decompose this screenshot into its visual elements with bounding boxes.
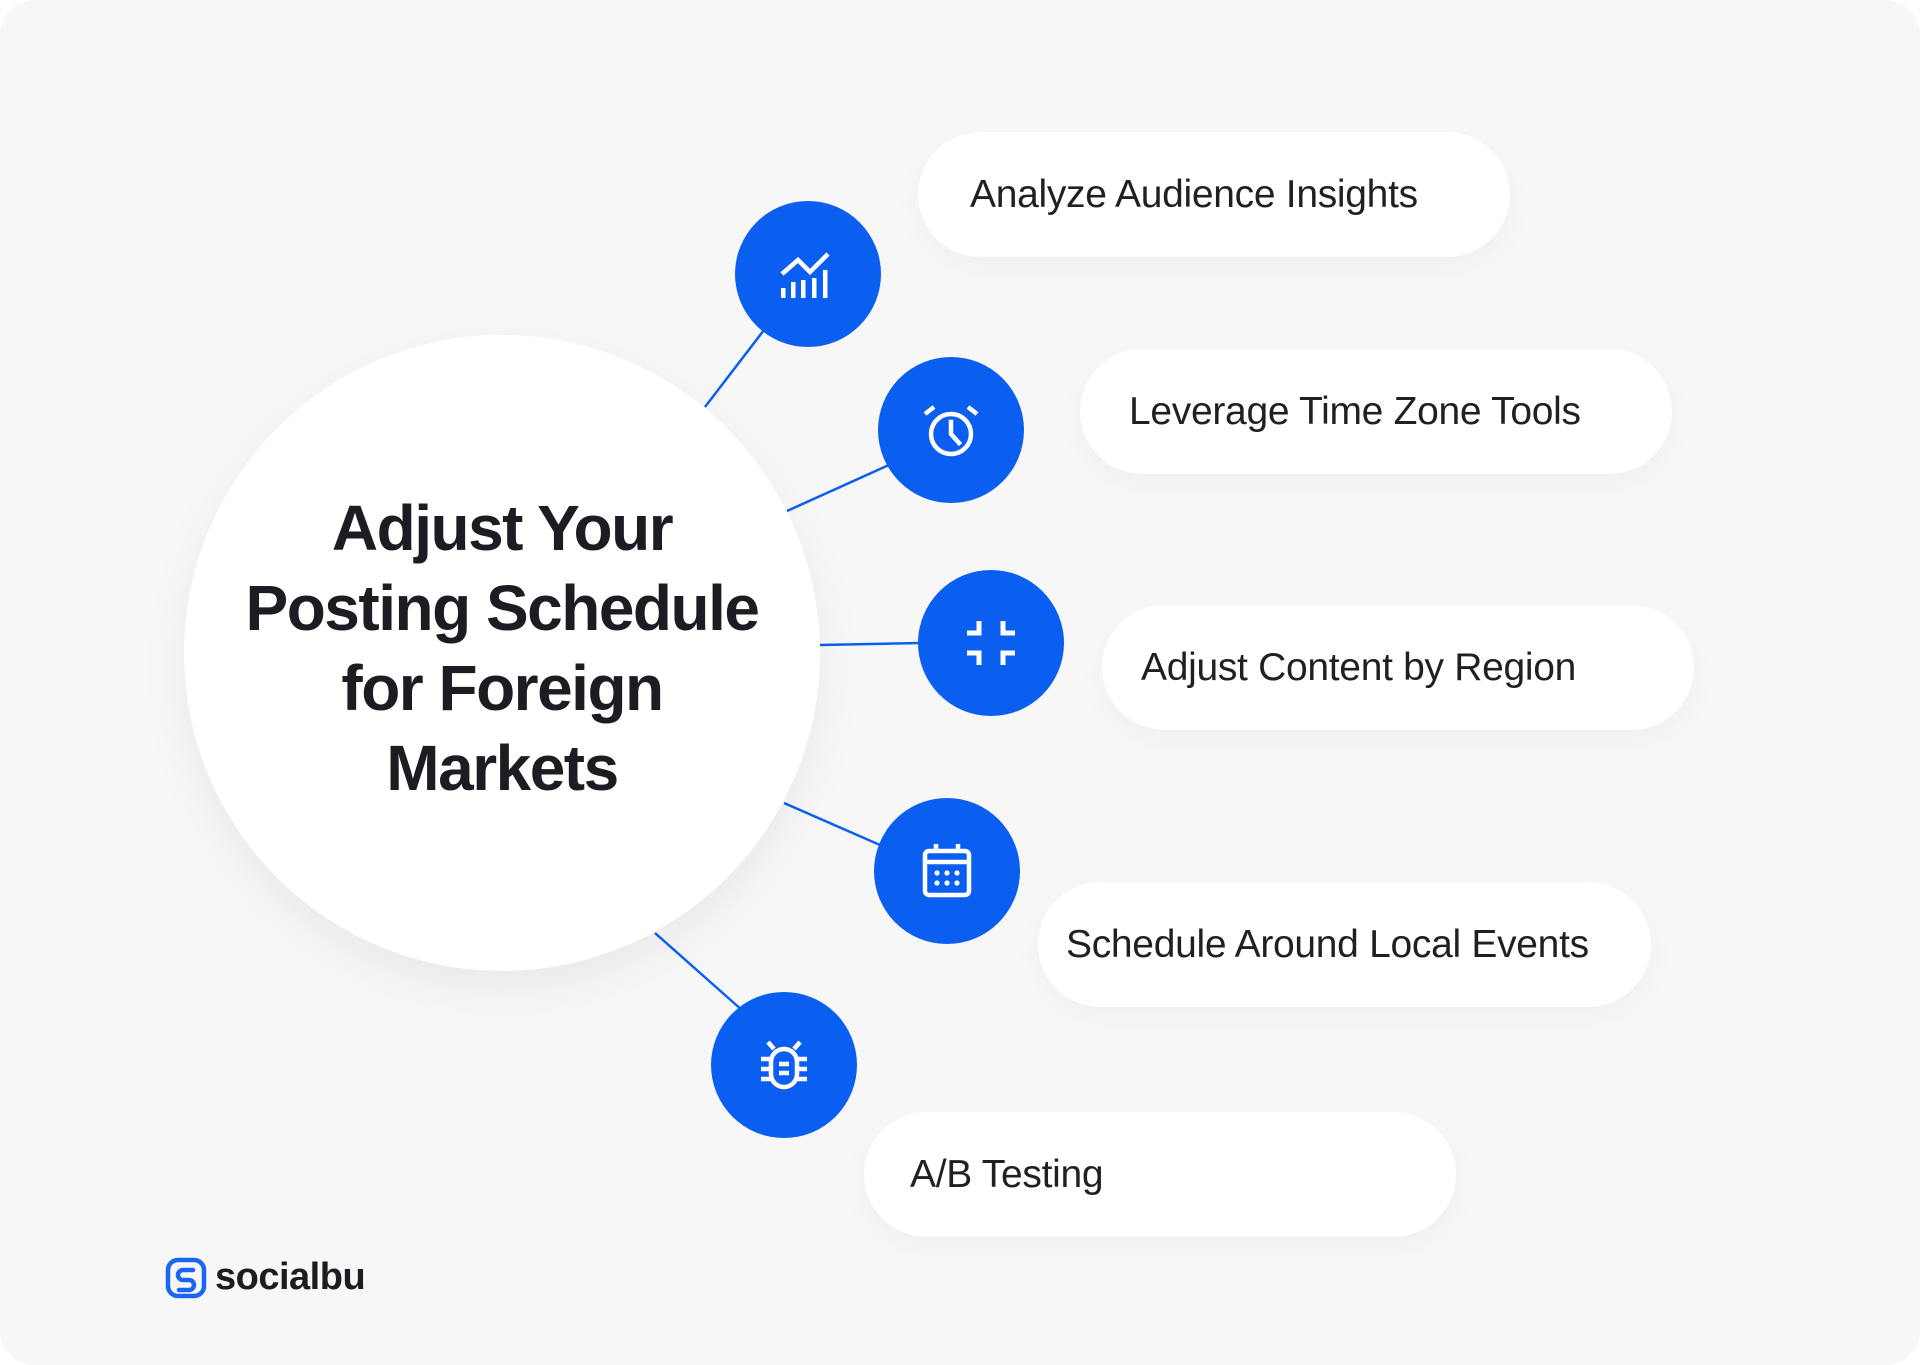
- chart-growth-icon: [780, 252, 830, 298]
- alarm-clock-icon: [923, 405, 979, 457]
- title-line-4: Markets: [386, 732, 619, 804]
- collapse-arrows-icon: [967, 621, 1015, 665]
- brand-name: socialbu: [215, 1256, 366, 1298]
- central-title: Adjust Your Posting Schedule for Foreign…: [222, 488, 782, 808]
- connector-line-3: [819, 641, 921, 647]
- pill-time-zone: Leverage Time Zone Tools: [1080, 349, 1672, 474]
- brand-logo: socialbu: [165, 1256, 366, 1299]
- node-local-events: [874, 798, 1020, 944]
- pill-analyze-audience: Analyze Audience Insights: [918, 132, 1510, 257]
- connector-line-5: [654, 932, 744, 1012]
- title-line-3: for Foreign: [341, 652, 664, 724]
- title-line-1: Adjust Your: [331, 492, 674, 564]
- bug-icon: [761, 1040, 807, 1090]
- connector-line-2: [786, 462, 892, 513]
- central-topic-circle: Adjust Your Posting Schedule for Foreign…: [184, 335, 820, 971]
- calendar-icon: [922, 844, 972, 898]
- node-analyze-audience: [735, 201, 881, 347]
- pill-label: A/B Testing: [910, 1152, 1104, 1196]
- pill-local-events: Schedule Around Local Events: [1038, 882, 1651, 1007]
- pill-label: Adjust Content by Region: [1141, 645, 1577, 689]
- pill-label: Leverage Time Zone Tools: [1129, 389, 1581, 433]
- pill-adjust-content: Adjust Content by Region: [1102, 605, 1694, 730]
- pill-label: Schedule Around Local Events: [1066, 922, 1589, 966]
- node-ab-testing: [711, 992, 857, 1138]
- node-time-zone: [878, 357, 1024, 503]
- pill-label: Analyze Audience Insights: [970, 172, 1418, 216]
- pill-ab-testing: A/B Testing: [864, 1112, 1456, 1237]
- connector-line-4: [783, 801, 881, 847]
- title-line-2: Posting Schedule: [245, 572, 760, 644]
- node-adjust-content: [918, 570, 1064, 716]
- connector-line-1: [704, 329, 765, 408]
- socialbu-logo-icon: [165, 1257, 207, 1298]
